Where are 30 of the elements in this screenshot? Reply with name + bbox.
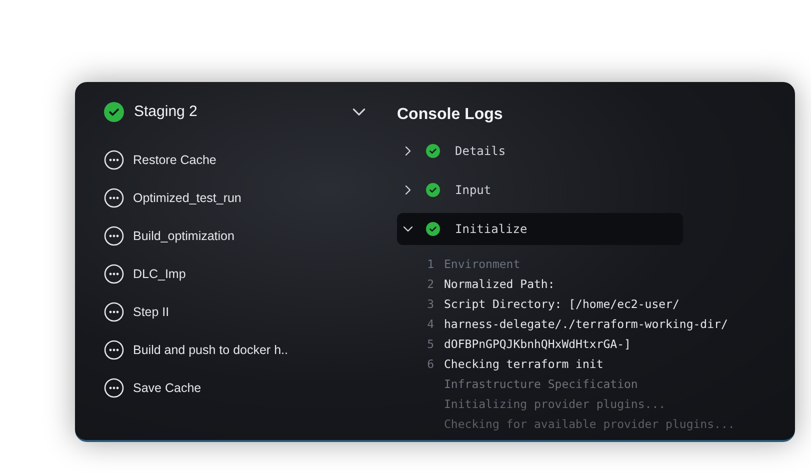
stage-title: Staging 2 [134, 102, 198, 122]
step-label[interactable]: Step II [133, 302, 170, 322]
line-number: 1 [427, 257, 434, 272]
step-label[interactable]: Optimized_test_run [133, 188, 242, 208]
log-section-row[interactable]: Input [397, 174, 683, 206]
log-line: Initializing provider plugins... [444, 396, 666, 414]
log-line: Normalized Path: [444, 276, 555, 294]
log-line: Checking terraform init [444, 356, 604, 374]
section-label: Initialize [455, 221, 528, 238]
log-line: Infrastructure Specification [444, 376, 638, 394]
log-section-row[interactable]: Initialize [397, 213, 683, 245]
step-label[interactable]: DLC_Imp [133, 264, 186, 284]
section-label: Details [455, 143, 506, 160]
line-number: 2 [427, 277, 434, 292]
step-label[interactable]: Save Cache [133, 378, 202, 398]
log-line: dOFBPnGPQJKbnhQHxWdHtxrGA-] [444, 336, 631, 354]
line-number: 6 [427, 357, 434, 372]
log-line: Checking for available provider plugins... [444, 416, 735, 434]
line-number: 3 [427, 297, 434, 312]
section-label: Input [455, 182, 492, 199]
log-line: Environment [444, 256, 520, 274]
line-number: 5 [427, 337, 434, 352]
step-label[interactable]: Build and push to docker h.. [133, 340, 288, 360]
log-line: Script Directory: [/home/ec2-user/ [444, 296, 680, 314]
line-number: 4 [427, 317, 434, 332]
console-title: Console Logs [397, 105, 504, 125]
step-label[interactable]: Restore Cache [133, 150, 216, 170]
log-section-row[interactable]: Details [397, 135, 683, 167]
log-line: harness-delegate/./terraform-working-dir/ [444, 316, 728, 334]
step-label[interactable]: Build_optimization [133, 226, 234, 246]
